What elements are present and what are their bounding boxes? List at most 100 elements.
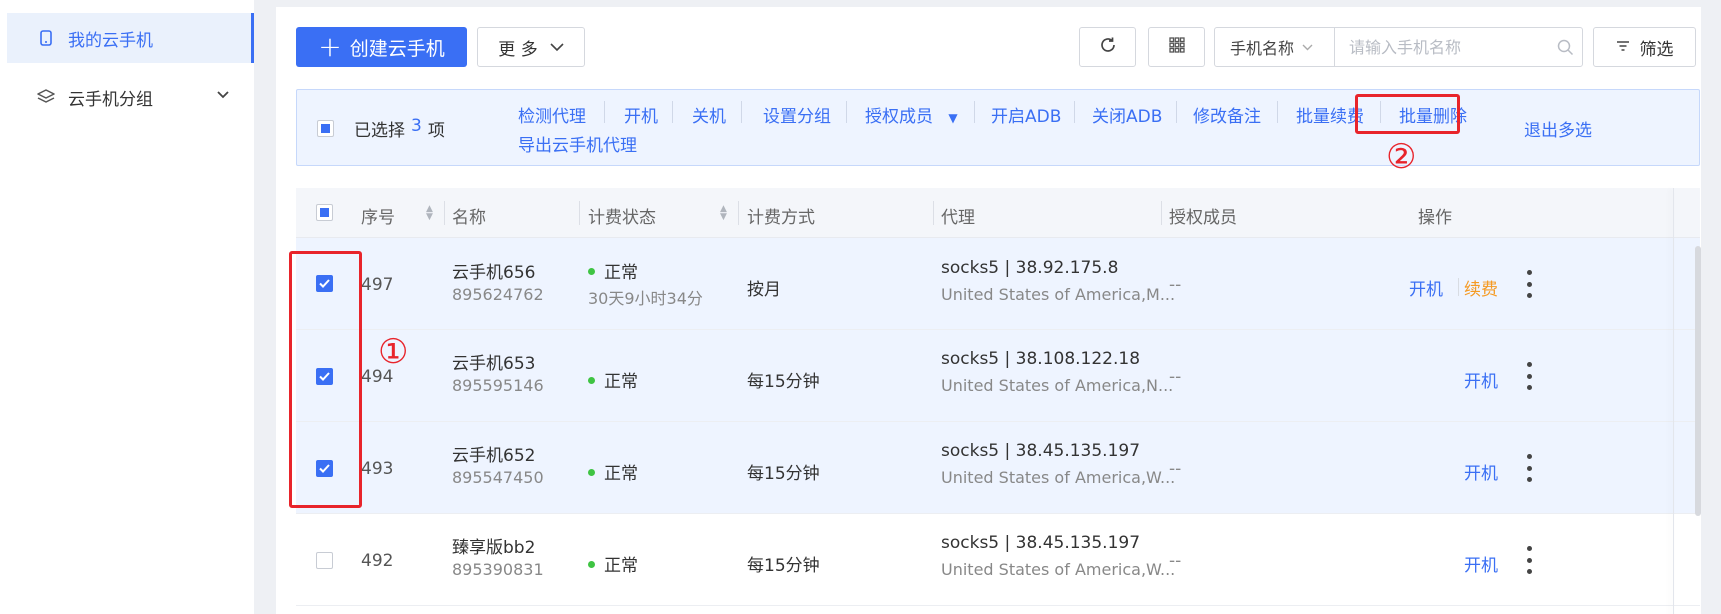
vertical-scrollbar[interactable] [1695, 246, 1701, 516]
authorize-members-label: 授权成员 [865, 107, 933, 127]
divider [738, 201, 739, 225]
batch-select-checkbox[interactable] [317, 120, 334, 137]
divider [933, 201, 934, 225]
divider [974, 101, 975, 123]
row-proxy: socks5 | 38.108.122.18 [941, 349, 1141, 369]
create-phone-label: 创建云手机 [349, 37, 445, 60]
sidebar: 我的云手机 云手机分组 [0, 0, 254, 614]
main-panel: + 创建云手机 更 多 手机名称 请输入手机名称 筛选 已选择 3 项 检测代理… [276, 7, 1701, 614]
row-status: 正常 [588, 459, 638, 484]
row-name: 臻享版bb2 [452, 538, 536, 558]
search-field-label: 手机名称 [1230, 39, 1295, 58]
col-proxy: 代理 [941, 208, 975, 228]
row-members: -- [1169, 367, 1182, 387]
divider [1458, 278, 1459, 296]
row-location: United States of America,W... [941, 468, 1176, 487]
grid-view-button[interactable] [1148, 27, 1205, 67]
divider [579, 201, 580, 225]
phone-icon [37, 29, 55, 47]
annotation-number-1: ① [378, 332, 409, 372]
filter-button[interactable]: 筛选 [1593, 27, 1696, 67]
edit-remark-link[interactable]: 修改备注 [1193, 102, 1261, 127]
search-icon[interactable] [1549, 28, 1582, 66]
more-actions-icon[interactable] [1523, 270, 1535, 298]
create-phone-button[interactable]: + 创建云手机 [296, 27, 467, 67]
divider [741, 101, 742, 123]
status-text: 正常 [604, 263, 638, 283]
col-billing-status: 计费状态 [588, 208, 656, 228]
search-field-select[interactable]: 手机名称 [1215, 28, 1335, 66]
annotation-box-batch-renew [1355, 94, 1460, 134]
chevron-down-icon [550, 38, 564, 56]
select-all-checkbox[interactable] [316, 204, 333, 221]
divider [444, 201, 445, 225]
status-text: 正常 [604, 556, 638, 576]
col-members: 授权成员 [1169, 208, 1237, 228]
row-remaining-time: 30天9小时34分 [588, 289, 703, 308]
disable-adb-link[interactable]: 关闭ADB [1092, 102, 1162, 127]
sort-icon[interactable]: ▲ ▼ [426, 205, 433, 222]
more-actions-icon[interactable] [1523, 454, 1535, 482]
filter-label: 筛选 [1639, 39, 1674, 60]
divider [1161, 201, 1162, 225]
refresh-icon [1099, 36, 1117, 59]
row-index: 492 [361, 551, 394, 571]
divider [1176, 101, 1177, 123]
caret-down-icon: ▼ [948, 111, 958, 125]
power-on-button[interactable]: 开机 [1409, 275, 1443, 300]
sort-icon[interactable]: ▲ ▼ [720, 205, 727, 222]
sidebar-item-my-phones[interactable]: 我的云手机 [7, 13, 254, 63]
exit-multi-select-link[interactable]: 退出多选 [1524, 116, 1592, 141]
set-group-link[interactable]: 设置分组 [763, 102, 831, 127]
divider [1074, 101, 1075, 123]
status-text: 正常 [604, 464, 638, 484]
power-off-link[interactable]: 关机 [692, 102, 726, 127]
check-proxy-link[interactable]: 检测代理 [518, 102, 586, 127]
status-dot [588, 376, 595, 384]
status-text: 正常 [604, 372, 638, 392]
selected-suffix: 项 [427, 121, 445, 141]
sidebar-item-label: 云手机分组 [68, 89, 153, 110]
row-members: -- [1169, 551, 1182, 571]
row-billing-method: 每15分钟 [747, 464, 820, 484]
power-on-button[interactable]: 开机 [1464, 551, 1498, 576]
divider [672, 101, 673, 123]
row-proxy: socks5 | 38.45.135.197 [941, 441, 1141, 461]
power-on-link[interactable]: 开机 [624, 102, 658, 127]
row-name: 云手机652 [452, 446, 536, 466]
power-on-button[interactable]: 开机 [1464, 367, 1498, 392]
export-proxy-link[interactable]: 导出云手机代理 [518, 131, 637, 156]
row-billing-method: 每15分钟 [747, 556, 820, 576]
more-button[interactable]: 更 多 [477, 27, 585, 67]
row-proxy: socks5 | 38.45.135.197 [941, 533, 1141, 553]
batch-renew-link[interactable]: 批量续费 [1296, 102, 1364, 127]
grid-icon [1168, 36, 1185, 58]
status-dot [588, 267, 595, 275]
row-status: 正常 [588, 551, 638, 576]
table-row: 497 云手机656 895624762 正常 30天9小时34分 按月 soc… [296, 238, 1700, 330]
sidebar-item-phone-groups[interactable]: 云手机分组 [7, 72, 254, 122]
row-id: 895547450 [452, 468, 544, 487]
row-location: United States of America,N... [941, 376, 1174, 395]
row-status: 正常 [588, 367, 638, 392]
chevron-down-icon [1302, 40, 1313, 55]
refresh-button[interactable] [1079, 27, 1136, 67]
batch-action-bar: 已选择 3 项 检测代理 开机 关机 设置分组 授权成员 ▼ 开启ADB 关闭A… [296, 89, 1700, 166]
enable-adb-link[interactable]: 开启ADB [991, 102, 1061, 127]
divider [846, 101, 847, 123]
renew-button[interactable]: 续费 [1464, 275, 1498, 300]
selected-prefix: 已选择 [354, 121, 405, 141]
power-on-button[interactable]: 开机 [1464, 459, 1498, 484]
status-dot [588, 560, 595, 568]
table-row: 492 臻享版bb2 895390831 正常 每15分钟 socks5 | 3… [296, 514, 1700, 606]
more-actions-icon[interactable] [1523, 362, 1535, 390]
filter-icon [1616, 37, 1630, 57]
more-actions-icon[interactable] [1523, 546, 1535, 574]
row-location: United States of America,M... [941, 285, 1176, 304]
row-checkbox[interactable] [316, 552, 333, 569]
row-billing-method: 按月 [747, 280, 781, 300]
table-header: 序号 ▲ ▼ 名称 计费状态 ▲ ▼ 计费方式 代理 授权成员 操作 [296, 188, 1700, 238]
search-input[interactable] [1334, 28, 1549, 66]
authorize-members-link[interactable]: 授权成员 ▼ [865, 102, 958, 127]
chevron-down-icon[interactable] [217, 87, 229, 103]
